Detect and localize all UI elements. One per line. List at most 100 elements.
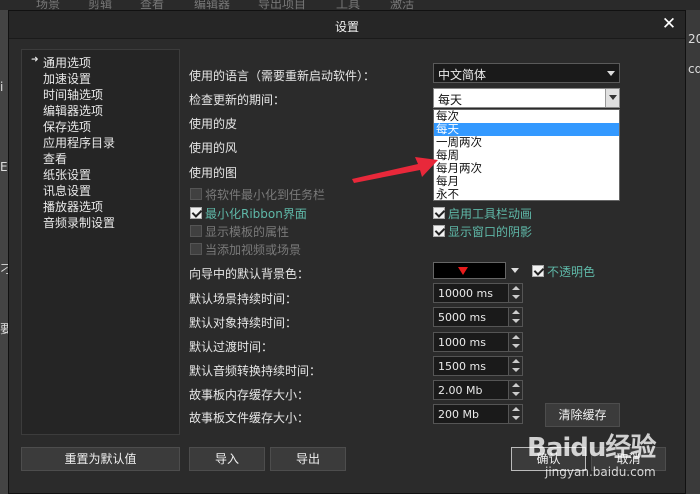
- stepper-arrows-icon[interactable]: [508, 333, 522, 351]
- file-cache-value: 200 Mb: [438, 408, 479, 421]
- bg-menu-item: 剪辑: [88, 0, 113, 10]
- dropdown-option-monthly[interactable]: 每月: [434, 175, 619, 188]
- clear-cache-button[interactable]: 清除缓存: [545, 403, 620, 427]
- language-value: 中文简体: [438, 68, 487, 82]
- dialog-title: 设置: [334, 20, 359, 34]
- nav-item-general[interactable]: 通用选项: [43, 54, 91, 71]
- settings-dialog: 设置 ✕ ➜ 通用选项 加速设置 时间轴选项 编辑器选项 保存选项 应用程序目录…: [8, 10, 686, 494]
- nav-item-audio-record[interactable]: 音频录制设置: [43, 214, 115, 231]
- audio-transition-label: 默认音频转换持续时间：: [189, 364, 322, 378]
- background-menu-strip: 场景 剪辑 查看 编辑器 导出项目 工具 激活: [0, 0, 700, 10]
- minimize-ribbon-checkbox[interactable]: [190, 207, 202, 219]
- window-shadow-label: 显示窗口的阴影: [448, 225, 533, 239]
- toolbar-animation-label: 启用工具栏动画: [448, 207, 533, 221]
- bg-menu-item: 场景: [36, 0, 61, 10]
- add-video-checkbox[interactable]: [190, 243, 202, 255]
- add-video-label: 当添加视频或场景: [205, 243, 302, 257]
- bg-left-text: i: [0, 80, 4, 94]
- red-pointer-arrow-icon: [352, 157, 438, 183]
- selected-arrow-icon: ➜: [31, 55, 39, 65]
- transition-duration-label: 默认过渡时间：: [189, 340, 274, 354]
- nav-item-paper[interactable]: 纸张设置: [43, 166, 91, 183]
- minimize-tray-label: 将软件最小化到任务栏: [205, 188, 326, 202]
- file-cache-stepper[interactable]: 200 Mb: [433, 404, 523, 424]
- import-button[interactable]: 导入: [189, 447, 265, 471]
- bg-left-text: 要: [0, 322, 8, 336]
- nav-item-player[interactable]: 播放器选项: [43, 198, 103, 215]
- dialog-titlebar[interactable]: 设置 ✕: [9, 11, 685, 39]
- watermark-url: jingyan.baidu.com: [545, 465, 656, 479]
- bg-menu-item: 激活: [390, 0, 415, 10]
- chevron-down-icon: [607, 71, 615, 76]
- bg-menu-item: 查看: [140, 0, 165, 10]
- template-props-label: 显示模板的属性: [205, 225, 290, 239]
- minimize-tray-checkbox[interactable]: [190, 188, 202, 200]
- dropdown-option-never[interactable]: 永不: [434, 188, 619, 201]
- icon-set-label: 使用的图: [189, 166, 238, 180]
- object-duration-label: 默认对象持续时间：: [189, 316, 298, 330]
- reset-defaults-button[interactable]: 重置为默认值: [21, 447, 180, 471]
- update-period-value: 每天: [438, 93, 463, 107]
- bg-menu-item: 导出项目: [258, 0, 307, 10]
- bg-right-text: cd: [688, 62, 700, 76]
- update-period-select[interactable]: 每天: [433, 88, 620, 108]
- object-duration-stepper[interactable]: 5000 ms: [433, 307, 523, 327]
- file-cache-label: 故事板文件缓存大小：: [189, 411, 310, 425]
- background-left-edge: i E 刁 要: [0, 10, 8, 494]
- bg-left-text: E: [0, 160, 8, 174]
- bg-menu-item: 编辑器: [194, 0, 231, 10]
- stepper-arrows-icon[interactable]: [508, 284, 522, 302]
- scene-duration-stepper[interactable]: 10000 ms: [433, 283, 523, 303]
- nav-item-messages[interactable]: 讯息设置: [43, 182, 91, 199]
- transition-duration-value: 1000 ms: [438, 336, 486, 349]
- audio-transition-value: 1500 ms: [438, 360, 486, 373]
- scene-duration-value: 10000 ms: [438, 287, 493, 300]
- bg-left-text: 刁: [0, 262, 8, 276]
- bg-color-swatch[interactable]: [433, 262, 506, 279]
- dropdown-option-twice-monthly[interactable]: 每月两次: [434, 162, 619, 175]
- minimize-ribbon-label: 最小化Ribbon界面: [205, 207, 307, 221]
- transition-duration-stepper[interactable]: 1000 ms: [433, 332, 523, 352]
- nav-item-editor[interactable]: 编辑器选项: [43, 102, 103, 119]
- stepper-arrows-icon[interactable]: [508, 308, 522, 326]
- opaque-checkbox[interactable]: [532, 265, 544, 277]
- bg-color-label: 向导中的默认背景色：: [189, 267, 310, 281]
- settings-nav: ➜ 通用选项 加速设置 时间轴选项 编辑器选项 保存选项 应用程序目录 查看 纸…: [21, 49, 180, 435]
- scene-duration-label: 默认场景持续时间：: [189, 292, 298, 306]
- style-label: 使用的风: [189, 141, 238, 155]
- update-period-dropdown: 每次 每天 一周两次 每周 每月两次 每月 永不: [433, 109, 620, 201]
- object-duration-value: 5000 ms: [438, 311, 486, 324]
- stepper-arrows-icon[interactable]: [508, 405, 522, 423]
- memory-cache-label: 故事板内存缓存大小：: [189, 388, 310, 402]
- language-select[interactable]: 中文简体: [433, 63, 620, 83]
- background-right-edge: 20 cd: [686, 10, 700, 494]
- close-icon[interactable]: ✕: [659, 14, 679, 34]
- toolbar-animation-checkbox[interactable]: [433, 207, 445, 219]
- dropdown-option-each-time[interactable]: 每次: [434, 110, 619, 123]
- window-shadow-checkbox[interactable]: [433, 225, 445, 237]
- nav-item-save[interactable]: 保存选项: [43, 118, 91, 135]
- nav-item-view[interactable]: 查看: [43, 150, 67, 167]
- chevron-down-icon[interactable]: [509, 262, 523, 279]
- export-button[interactable]: 导出: [270, 447, 346, 471]
- stepper-arrows-icon[interactable]: [508, 357, 522, 375]
- stepper-arrows-icon[interactable]: [508, 381, 522, 399]
- memory-cache-stepper[interactable]: 2.00 Mb: [433, 380, 523, 400]
- audio-transition-stepper[interactable]: 1500 ms: [433, 356, 523, 376]
- nav-item-acceleration[interactable]: 加速设置: [43, 70, 91, 87]
- nav-item-timeline[interactable]: 时间轴选项: [43, 86, 103, 103]
- update-period-label: 检查更新的期间：: [189, 93, 286, 107]
- memory-cache-value: 2.00 Mb: [438, 384, 483, 397]
- bg-menu-item: 工具: [336, 0, 361, 10]
- baidu-watermark: Baidu经验 jingyan.baidu.com: [527, 427, 677, 489]
- opaque-label: 不透明色: [547, 265, 596, 279]
- skin-label: 使用的皮: [189, 117, 238, 131]
- watermark-logo: Baidu经验: [527, 433, 656, 463]
- language-label: 使用的语言（需要重新启动软件）：: [189, 69, 376, 83]
- color-marker-icon: [458, 267, 468, 275]
- bg-right-text: 20: [688, 32, 700, 46]
- template-props-checkbox[interactable]: [190, 225, 202, 237]
- nav-item-app-dir[interactable]: 应用程序目录: [43, 134, 115, 151]
- chevron-down-icon[interactable]: [605, 89, 619, 107]
- dropdown-option-twice-weekly[interactable]: 一周两次: [434, 136, 619, 149]
